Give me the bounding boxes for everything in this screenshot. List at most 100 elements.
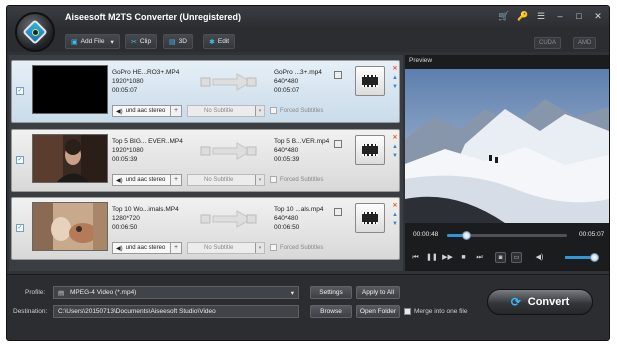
next-frame-icon[interactable]: ⏭ <box>474 252 485 263</box>
add-subtitle-button[interactable]: + <box>170 242 182 254</box>
chevron-down-icon[interactable]: ▾ <box>291 289 294 297</box>
subtitle-select[interactable]: No Subtitle ▾ <box>187 242 265 254</box>
convert-button[interactable]: ⟳ Convert <box>487 289 593 315</box>
folder-icon[interactable]: ▭ <box>511 251 522 263</box>
convert-arrow-icon <box>200 210 257 228</box>
forced-subtitles-label: Forced Subtitles <box>280 176 324 183</box>
forced-subtitles-checkbox[interactable] <box>270 244 277 251</box>
subtitle-label: No Subtitle <box>204 177 234 183</box>
edit-label: Edit <box>217 38 230 45</box>
remove-icon[interactable]: ✕ <box>392 202 397 209</box>
output-format-icon[interactable] <box>355 203 385 233</box>
open-folder-button[interactable]: Open Folder <box>356 305 400 318</box>
forced-subtitles-label: Forced Subtitles <box>280 107 324 114</box>
merge-option[interactable]: Merge into one file <box>404 308 467 315</box>
move-down-icon[interactable]: ▼ <box>392 221 398 227</box>
app-title: Aiseesoft M2TS Converter (Unregistered) <box>65 12 242 22</box>
cart-icon[interactable]: 🛒 <box>498 11 509 22</box>
seek-slider[interactable] <box>447 231 567 240</box>
chevron-down-icon[interactable]: ▾ <box>255 243 264 253</box>
output-format-icon[interactable] <box>355 66 385 96</box>
output-info: Top 10 ...als.mp4 640*480 00:06:50 <box>274 205 324 232</box>
forced-subtitles-option[interactable]: Forced Subtitles <box>270 244 323 251</box>
amd-button[interactable]: AMD <box>573 37 597 49</box>
volume-knob[interactable] <box>589 253 599 262</box>
forced-subtitles-checkbox[interactable] <box>270 107 277 114</box>
window-controls: 🛒 🔑 ☰ – □ ✕ <box>498 11 603 22</box>
file-item[interactable]: ✓ Top 10 Wo...imals.MP4 1280*720 00:06:5… <box>11 197 400 260</box>
add-file-button[interactable]: ▣ Add File ▾ <box>65 34 120 49</box>
convert-label: Convert <box>527 296 570 308</box>
minimize-button[interactable]: – <box>555 11 565 22</box>
source-duration: 00:05:07 <box>112 87 138 94</box>
destination-field[interactable]: C:\Users\20150713\Documents\Aiseesoft St… <box>53 305 299 318</box>
rename-icon[interactable] <box>334 71 342 79</box>
preview-panel: Preview 00:00:48 00:05:07 ⏮ ❚❚ ▶▶ ■ ⏭ ◙ … <box>405 55 609 271</box>
cuda-label: CUDA <box>539 40 557 46</box>
profile-select[interactable]: ▤ MPEG-4 Video (*.mp4) ▾ <box>53 286 299 299</box>
output-info: GoPro ...3+.mp4 640*480 00:05:07 <box>274 68 322 95</box>
maximize-button[interactable]: □ <box>574 11 584 22</box>
output-duration: 00:06:50 <box>274 224 300 231</box>
cuda-button[interactable]: CUDA <box>534 37 562 49</box>
file-checkbox[interactable]: ✓ <box>16 224 24 232</box>
subtitle-label: No Subtitle <box>204 245 234 251</box>
chevron-down-icon[interactable]: ▾ <box>255 106 264 116</box>
add-subtitle-button[interactable]: + <box>170 105 182 117</box>
output-filename: Top 10 ...als.mp4 <box>274 206 324 213</box>
forced-subtitles-option[interactable]: Forced Subtitles <box>270 176 323 183</box>
output-settings-panel: Profile: ▤ MPEG-4 Video (*.mp4) ▾ Settin… <box>7 274 609 340</box>
remove-icon[interactable]: ✕ <box>392 65 397 72</box>
subtitle-select[interactable]: No Subtitle ▾ <box>187 174 265 186</box>
move-up-icon[interactable]: ▲ <box>392 144 398 150</box>
file-checkbox[interactable]: ✓ <box>16 156 24 164</box>
rename-icon[interactable] <box>334 140 342 148</box>
file-checkbox[interactable]: ✓ <box>16 87 24 95</box>
move-down-icon[interactable]: ▼ <box>392 84 398 90</box>
3d-button[interactable]: ▤ 3D <box>163 34 193 49</box>
clip-button[interactable]: ✂ Clip <box>125 34 158 49</box>
merge-label: Merge into one file <box>414 308 468 315</box>
add-subtitle-button[interactable]: + <box>170 174 182 186</box>
preview-video[interactable] <box>405 69 609 223</box>
move-up-icon[interactable]: ▲ <box>392 212 398 218</box>
source-filename: Top 10 Wo...imals.MP4 <box>112 206 179 213</box>
seek-knob[interactable] <box>461 231 471 240</box>
snapshot-icon[interactable]: ◙ <box>495 251 506 263</box>
chevron-down-icon[interactable]: ▾ <box>255 175 264 185</box>
file-item[interactable]: ✓ GoPro HE...RO3+.MP4 1920*1080 00:05:07… <box>11 60 400 123</box>
subtitle-select[interactable]: No Subtitle ▾ <box>187 105 265 117</box>
remove-icon[interactable]: ✕ <box>392 134 397 141</box>
seek-row: 00:00:48 00:05:07 <box>405 228 609 242</box>
move-up-icon[interactable]: ▲ <box>392 75 398 81</box>
item-controls: ✕ ▲ ▼ <box>391 134 399 159</box>
rename-icon[interactable] <box>334 208 342 216</box>
source-info: Top 10 Wo...imals.MP4 1280*720 00:06:50 <box>112 205 179 232</box>
menu-icon[interactable]: ☰ <box>536 11 546 22</box>
volume-slider[interactable] <box>565 253 599 262</box>
edit-star-icon: ✱ <box>209 38 215 46</box>
destination-label: Destination: <box>13 308 48 315</box>
forced-subtitles-option[interactable]: Forced Subtitles <box>270 107 323 114</box>
file-item[interactable]: ✓ Top 5 BIG... EVER..MP4 1920*1080 00:05… <box>11 129 400 192</box>
speaker-icon: ◀) <box>116 177 123 184</box>
output-format-icon[interactable] <box>355 135 385 165</box>
edit-button[interactable]: ✱ Edit <box>203 34 236 49</box>
key-icon[interactable]: 🔑 <box>517 11 528 22</box>
toolbar: ▣ Add File ▾ ✂ Clip ▤ 3D ✱ Edit CUDA AMD <box>7 30 609 52</box>
settings-button[interactable]: Settings <box>310 286 352 299</box>
browse-button[interactable]: Browse <box>310 305 352 318</box>
volume-icon[interactable]: ◀) <box>534 252 545 263</box>
forced-subtitles-checkbox[interactable] <box>270 176 277 183</box>
chevron-down-icon[interactable]: ▾ <box>110 38 113 46</box>
output-info: Top 5 B...VER.mp4 640*480 00:05:39 <box>274 137 329 164</box>
pause-icon[interactable]: ❚❚ <box>426 252 438 263</box>
stop-icon[interactable]: ■ <box>458 252 469 263</box>
move-down-icon[interactable]: ▼ <box>392 153 398 159</box>
merge-checkbox[interactable] <box>404 308 411 315</box>
3d-icon: ▤ <box>169 38 176 46</box>
apply-to-all-button[interactable]: Apply to All <box>356 286 400 299</box>
fast-forward-icon[interactable]: ▶▶ <box>442 252 453 263</box>
previous-frame-icon[interactable]: ⏮ <box>410 252 421 263</box>
close-button[interactable]: ✕ <box>593 11 603 22</box>
